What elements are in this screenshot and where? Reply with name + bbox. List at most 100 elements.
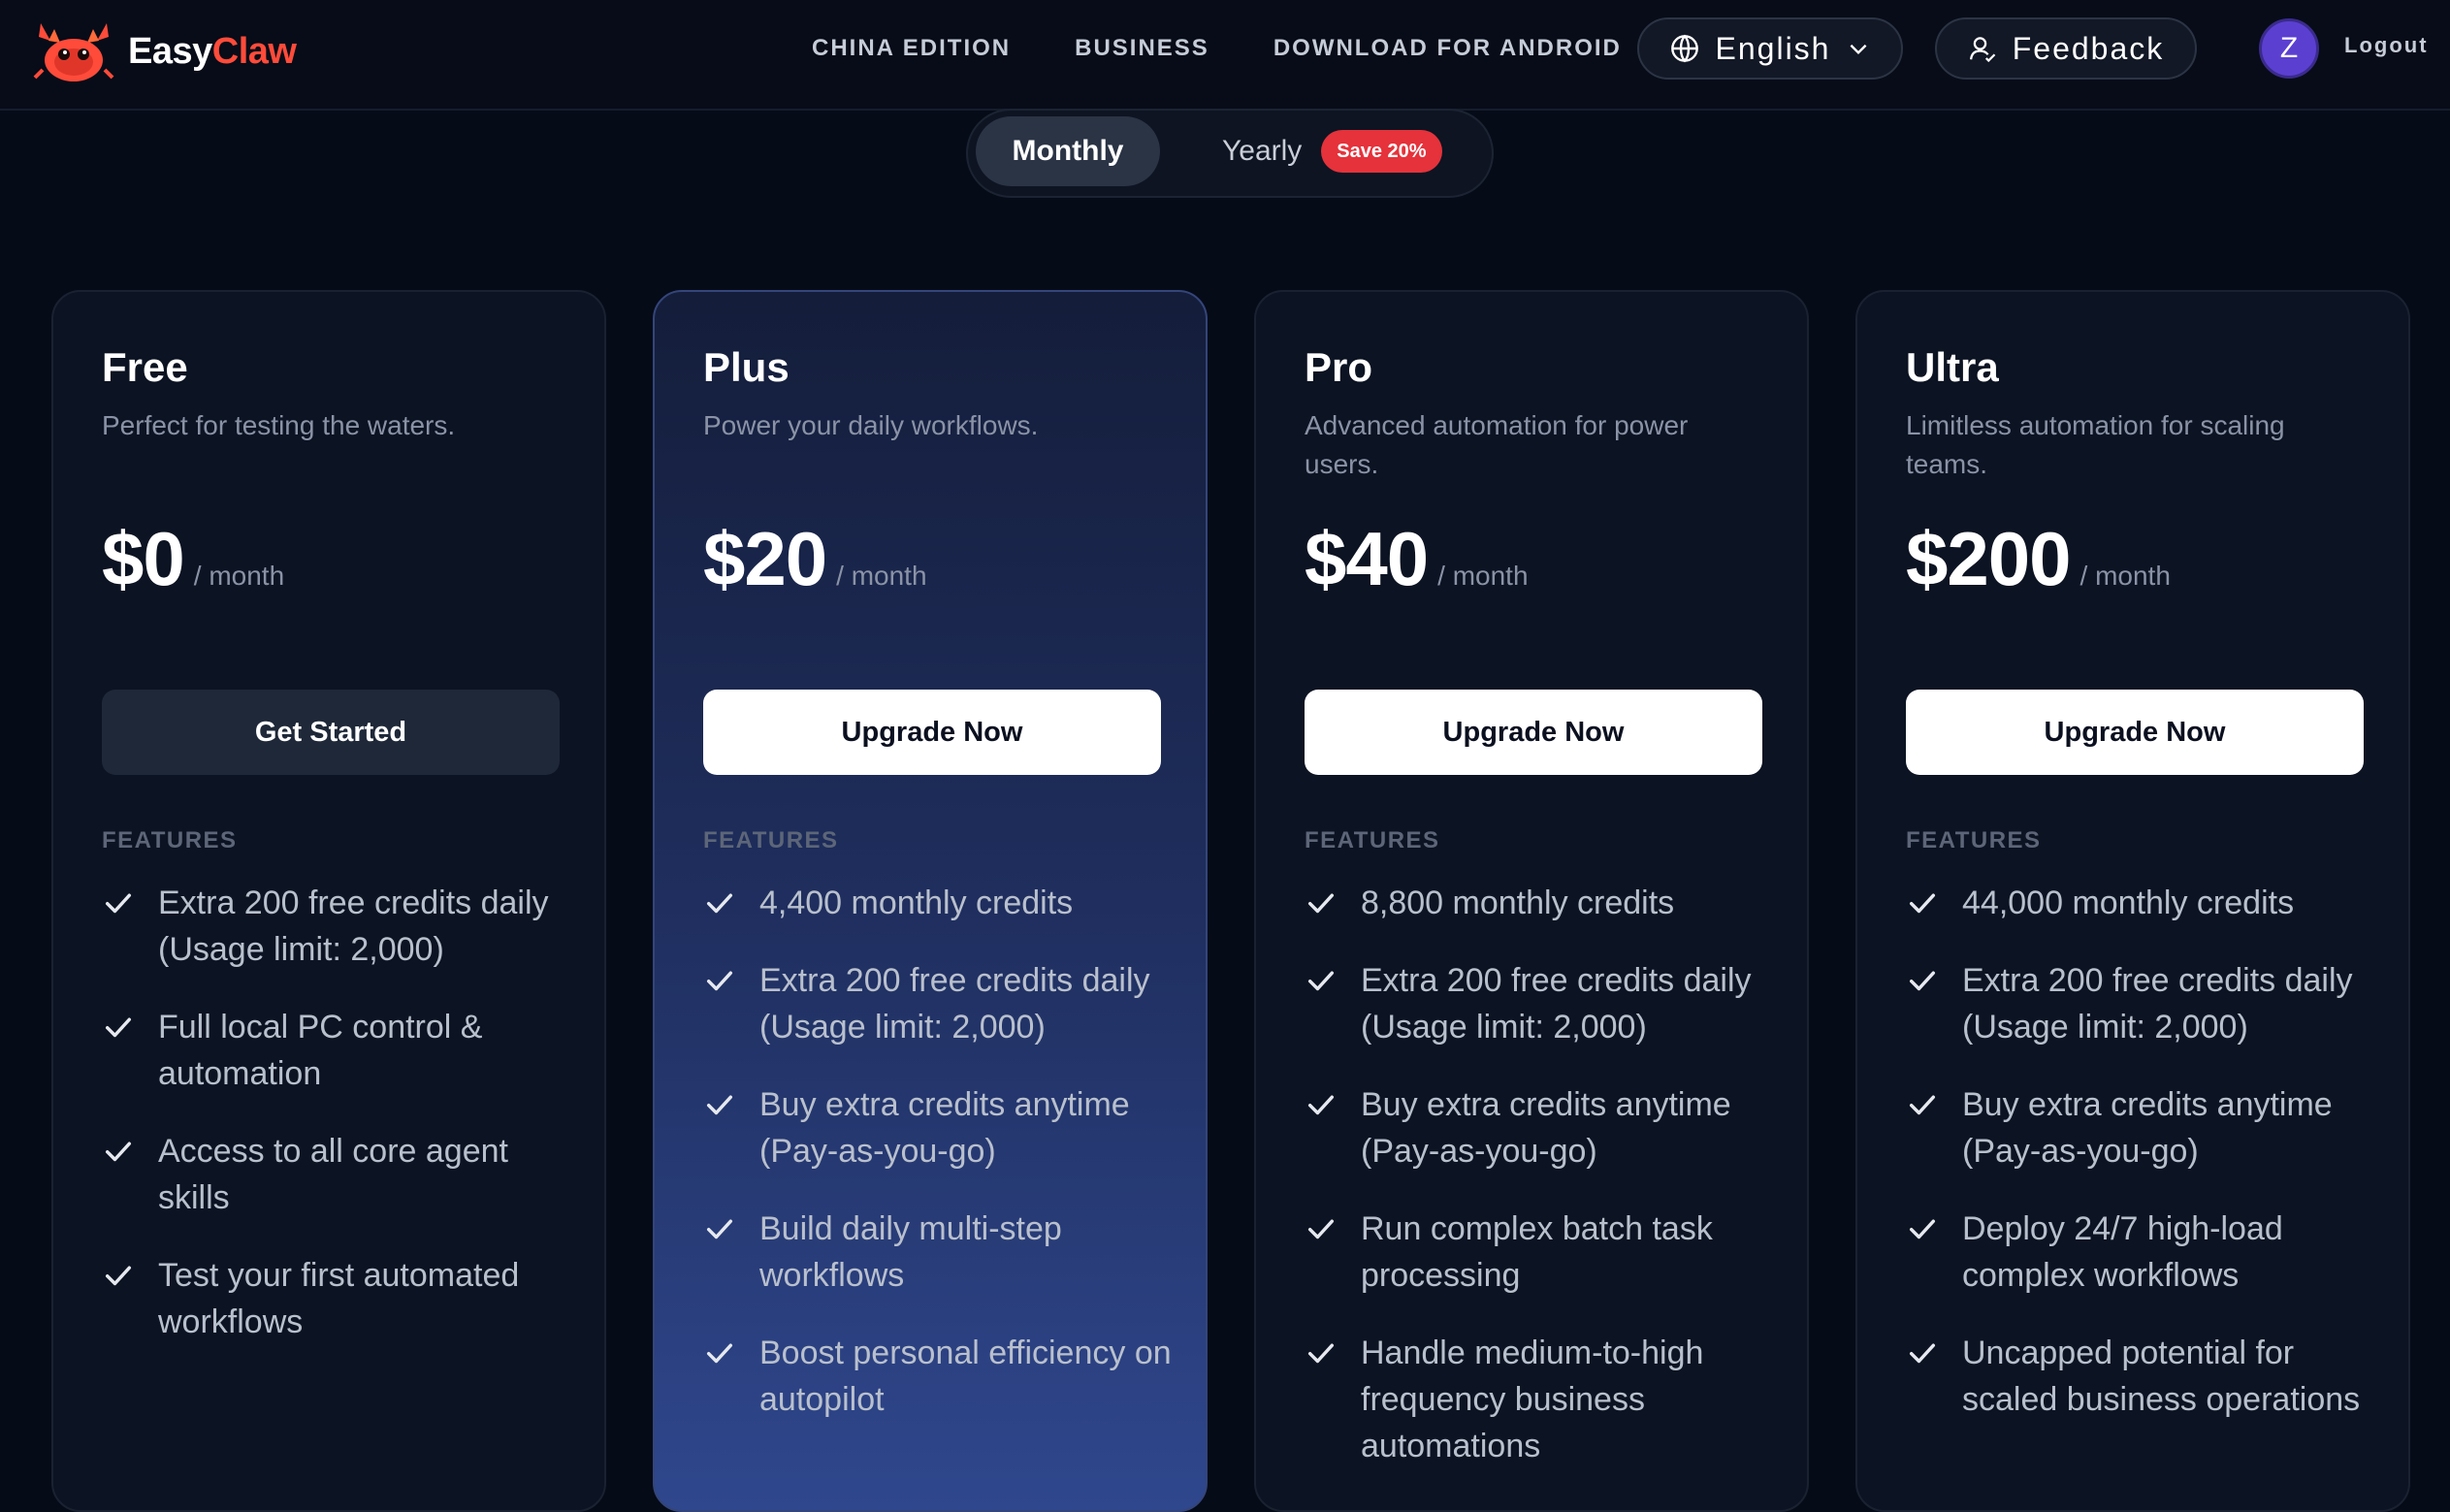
- plan-price: $20: [703, 516, 827, 601]
- check-icon: [703, 880, 738, 926]
- nav-china-edition[interactable]: CHINA EDITION: [812, 35, 1011, 62]
- check-icon: [703, 1081, 738, 1128]
- plan-name: Pro: [1305, 344, 1373, 390]
- feature-text: Buy extra credits anytime (Pay-as-you-go…: [1962, 1086, 2333, 1170]
- plan-description: Advanced automation for power users.: [1305, 410, 1689, 479]
- crab-claw-logo-icon: [33, 23, 114, 81]
- check-icon: [1305, 1330, 1339, 1376]
- feature-item: Run complex batch task processing: [1305, 1206, 1780, 1299]
- features-heading: FEATURES: [1906, 827, 2042, 853]
- feature-text: Extra 200 free credits daily (Usage limi…: [1361, 962, 1752, 1046]
- plan-description: Power your daily workflows.: [703, 410, 1039, 440]
- check-icon: [1906, 880, 1941, 926]
- main-nav: CHINA EDITION BUSINESS DOWNLOAD FOR ANDR…: [812, 0, 1622, 97]
- plan-period: / month: [193, 561, 285, 591]
- check-icon: [703, 957, 738, 1004]
- brand-name: EasyClaw: [128, 30, 297, 73]
- feature-item: Deploy 24/7 high-load complex workflows: [1906, 1206, 2381, 1299]
- plan-description: Limitless automation for scaling teams.: [1906, 410, 2285, 479]
- feature-item: Full local PC control & automation: [102, 1004, 577, 1097]
- feature-text: Full local PC control & automation: [158, 1009, 483, 1092]
- check-icon: [703, 1206, 738, 1252]
- features-heading: FEATURES: [102, 827, 238, 853]
- feature-item: Buy extra credits anytime (Pay-as-you-go…: [1906, 1081, 2381, 1174]
- logout-link[interactable]: Logout: [2344, 33, 2429, 64]
- plan-price: $40: [1305, 516, 1429, 601]
- brand-logo[interactable]: EasyClaw: [33, 19, 297, 83]
- feature-text: Extra 200 free credits daily (Usage limi…: [1962, 962, 2353, 1046]
- check-icon: [1305, 1206, 1339, 1252]
- plan-period: / month: [836, 561, 927, 591]
- feature-text: 4,400 monthly credits: [759, 885, 1074, 921]
- toggle-monthly[interactable]: Monthly: [976, 116, 1160, 186]
- get-started-button[interactable]: Get Started: [102, 690, 560, 775]
- check-icon: [1906, 1206, 1941, 1252]
- feature-item: Extra 200 free credits daily (Usage limi…: [102, 880, 577, 973]
- check-icon: [102, 880, 137, 926]
- plan-price: $200: [1906, 516, 2072, 601]
- globe-icon: [1670, 34, 1698, 63]
- feature-item: 4,400 monthly credits: [703, 880, 1178, 926]
- feature-text: 8,800 monthly credits: [1361, 885, 1675, 921]
- feature-text: Boost personal efficiency on autopilot: [759, 1335, 1172, 1418]
- feature-text: Run complex batch task processing: [1361, 1210, 1713, 1294]
- toggle-yearly-label: Yearly: [1222, 135, 1303, 167]
- top-navbar: EasyClaw CHINA EDITION BUSINESS DOWNLOAD…: [0, 0, 2450, 111]
- feature-item: 44,000 monthly credits: [1906, 880, 2381, 926]
- feature-text: Deploy 24/7 high-load complex workflows: [1962, 1210, 2283, 1294]
- feature-text: Uncapped potential for scaled business o…: [1962, 1335, 2361, 1418]
- features-heading: FEATURES: [1305, 827, 1440, 853]
- plan-name: Ultra: [1906, 344, 1999, 390]
- feature-text: Build daily multi-step workflows: [759, 1210, 1062, 1294]
- feature-text: Extra 200 free credits daily (Usage limi…: [158, 885, 549, 968]
- language-selector[interactable]: English: [1637, 17, 1903, 80]
- feature-text: Buy extra credits anytime (Pay-as-you-go…: [759, 1086, 1130, 1170]
- feature-item: Buy extra credits anytime (Pay-as-you-go…: [703, 1081, 1178, 1174]
- avatar[interactable]: Z: [2259, 18, 2319, 79]
- plan-description: Perfect for testing the waters.: [102, 410, 456, 440]
- check-icon: [1906, 957, 1941, 1004]
- plan-period: / month: [1437, 561, 1529, 591]
- feature-item: Boost personal efficiency on autopilot: [703, 1330, 1178, 1423]
- plan-card-pro: Pro Advanced automation for power users.…: [1254, 290, 1809, 1512]
- plan-price-row: $40 / month: [1305, 515, 1529, 603]
- feature-text: Buy extra credits anytime (Pay-as-you-go…: [1361, 1086, 1731, 1170]
- features-list: 8,800 monthly credits Extra 200 free cred…: [1305, 880, 1780, 1500]
- brand-name-part2: Claw: [211, 30, 297, 72]
- feature-item: Extra 200 free credits daily (Usage limi…: [1906, 957, 2381, 1050]
- language-label: English: [1715, 30, 1831, 66]
- feature-item: Uncapped potential for scaled business o…: [1906, 1330, 2381, 1423]
- features-heading: FEATURES: [703, 827, 839, 853]
- check-icon: [102, 1128, 137, 1174]
- feature-text: Extra 200 free credits daily (Usage limi…: [759, 962, 1150, 1046]
- feature-text: Handle medium-to-high frequency business…: [1361, 1335, 1704, 1464]
- nav-business[interactable]: BUSINESS: [1075, 35, 1209, 62]
- check-icon: [1305, 880, 1339, 926]
- check-icon: [1305, 957, 1339, 1004]
- features-list: Extra 200 free credits daily (Usage limi…: [102, 880, 577, 1376]
- plan-card-ultra: Ultra Limitless automation for scaling t…: [1855, 290, 2410, 1512]
- check-icon: [703, 1330, 738, 1376]
- feature-item: Access to all core agent skills: [102, 1128, 577, 1221]
- feature-text: Test your first automated workflows: [158, 1257, 520, 1340]
- plan-price-row: $200 / month: [1906, 515, 2171, 603]
- feature-item: Buy extra credits anytime (Pay-as-you-go…: [1305, 1081, 1780, 1174]
- feature-item: 8,800 monthly credits: [1305, 880, 1780, 926]
- plan-name: Plus: [703, 344, 790, 390]
- nav-download-android[interactable]: DOWNLOAD FOR ANDROID: [1273, 35, 1622, 62]
- plan-card-plus: Plus Power your daily workflows. $20 / m…: [653, 290, 1208, 1512]
- feature-text: 44,000 monthly credits: [1962, 885, 2295, 921]
- chevron-down-icon: [1851, 44, 1867, 55]
- upgrade-now-button[interactable]: Upgrade Now: [1305, 690, 1762, 775]
- feature-item: Extra 200 free credits daily (Usage limi…: [703, 957, 1178, 1050]
- upgrade-now-button[interactable]: Upgrade Now: [1906, 690, 2364, 775]
- save-badge: Save 20%: [1321, 130, 1442, 173]
- plan-card-free: Free Perfect for testing the waters. $0 …: [51, 290, 606, 1512]
- upgrade-now-button[interactable]: Upgrade Now: [703, 690, 1161, 775]
- billing-period-toggle: Monthly Yearly Save 20%: [966, 109, 1494, 198]
- user-feedback-icon: [1969, 37, 1996, 63]
- check-icon: [102, 1252, 137, 1299]
- toggle-yearly[interactable]: Yearly Save 20%: [1222, 116, 1442, 186]
- feedback-button[interactable]: Feedback: [1935, 17, 2197, 80]
- plan-period: / month: [2079, 561, 2171, 591]
